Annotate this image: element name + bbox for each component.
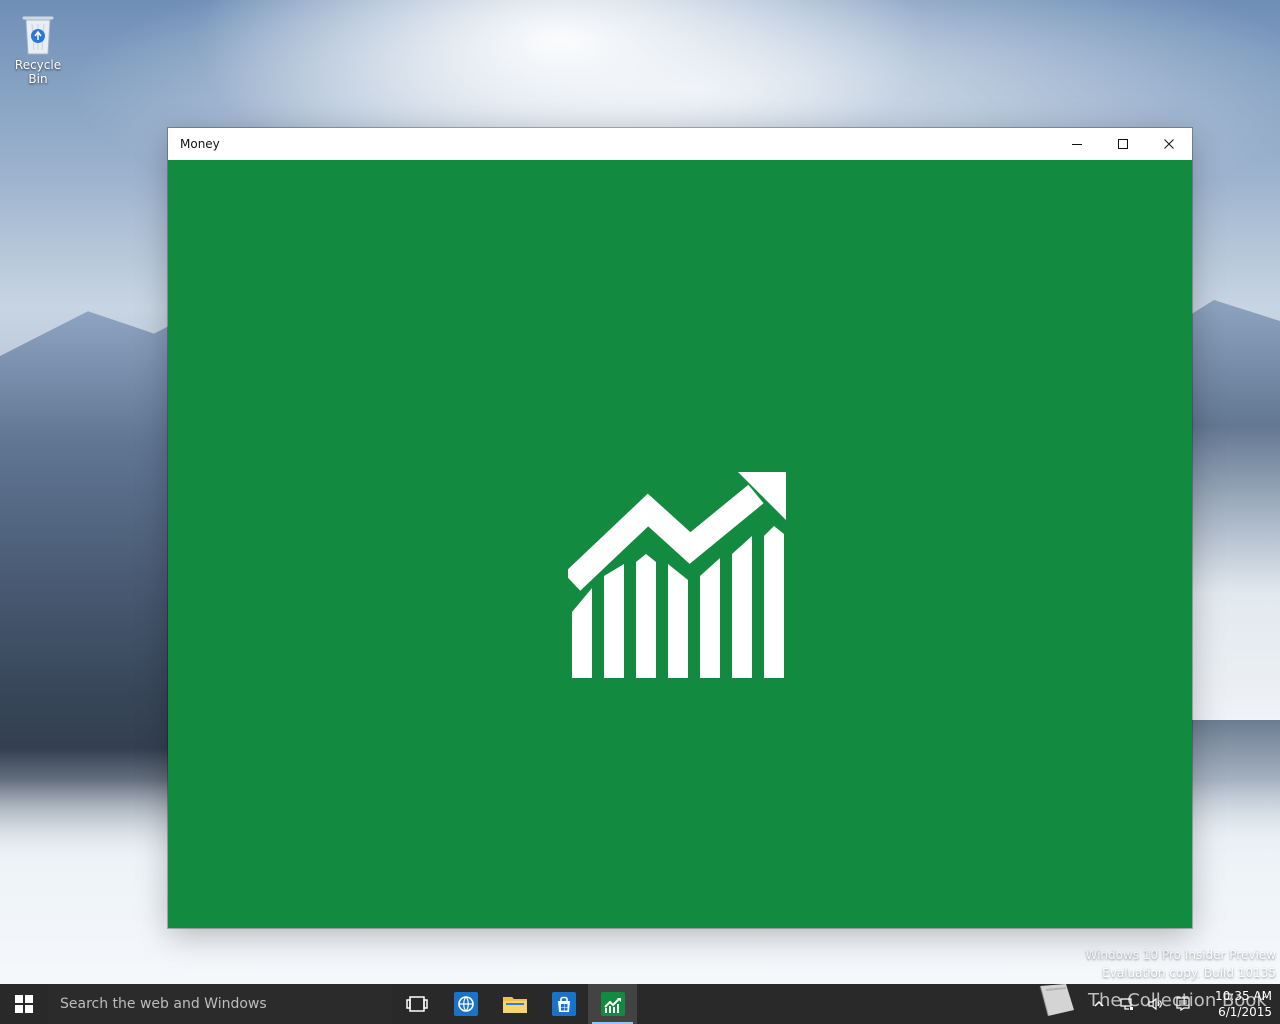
desktop-icon-label: Recycle Bin <box>14 58 62 86</box>
task-view-icon <box>405 996 428 1012</box>
recycle-bin-icon <box>22 16 54 55</box>
chevron-up-icon <box>1094 1000 1104 1007</box>
close-icon <box>1164 139 1174 149</box>
money-splash-screen <box>168 160 1192 928</box>
taskbar: Search the web and Windows 10:35 AM 6/1/… <box>0 984 1280 1024</box>
store-icon <box>551 992 576 1016</box>
clock-time: 10:35 AM <box>1215 989 1272 1003</box>
taskbar-search-placeholder: Search the web and Windows <box>60 996 267 1012</box>
tray-icons <box>1090 995 1192 1013</box>
watermark-line-2: Evaluation copy. Build 10135 <box>1102 966 1276 980</box>
volume-button[interactable] <box>1146 995 1164 1013</box>
action-center-button[interactable] <box>1174 995 1192 1013</box>
taskbar-money-button[interactable] <box>588 984 637 1024</box>
network-icon <box>1120 998 1133 1010</box>
close-button[interactable] <box>1146 128 1192 160</box>
taskbar-file-explorer-button[interactable] <box>490 984 539 1024</box>
desktop-icon-recycle-bin[interactable]: Recycle Bin <box>6 10 70 86</box>
windows-logo-icon <box>15 995 33 1013</box>
watermark-line-1: Windows 10 Pro Insider Preview <box>1085 948 1276 962</box>
taskbar-edge-button[interactable] <box>441 984 490 1024</box>
window-caption-buttons <box>1054 128 1192 160</box>
maximize-icon <box>1118 139 1128 149</box>
clock-date: 6/1/2015 <box>1218 1005 1272 1019</box>
start-button[interactable] <box>0 984 48 1024</box>
file-explorer-icon <box>502 997 527 1013</box>
minimize-icon <box>1072 144 1082 145</box>
money-app-icon <box>600 992 625 1016</box>
task-view-button[interactable] <box>392 984 441 1024</box>
taskbar-clock[interactable]: 10:35 AM 6/1/2015 <box>1202 988 1272 1020</box>
taskbar-search[interactable]: Search the web and Windows <box>48 984 392 1024</box>
maximize-button[interactable] <box>1100 128 1146 160</box>
money-app-window[interactable]: Money <box>168 128 1192 928</box>
window-titlebar[interactable]: Money <box>168 128 1192 161</box>
edge-icon <box>453 992 478 1016</box>
network-button[interactable] <box>1118 995 1136 1013</box>
taskbar-apps <box>392 984 637 1024</box>
action-center-icon <box>1176 997 1190 1012</box>
minimize-button[interactable] <box>1054 128 1100 160</box>
taskbar-store-button[interactable] <box>539 984 588 1024</box>
windows-watermark: Windows 10 Pro Insider Preview Evaluatio… <box>1085 946 1276 982</box>
show-hidden-icons-button[interactable] <box>1090 995 1108 1013</box>
window-title: Money <box>180 137 220 151</box>
system-tray: 10:35 AM 6/1/2015 <box>1090 984 1280 1024</box>
volume-icon <box>1148 997 1162 1011</box>
money-chart-icon <box>568 472 786 678</box>
